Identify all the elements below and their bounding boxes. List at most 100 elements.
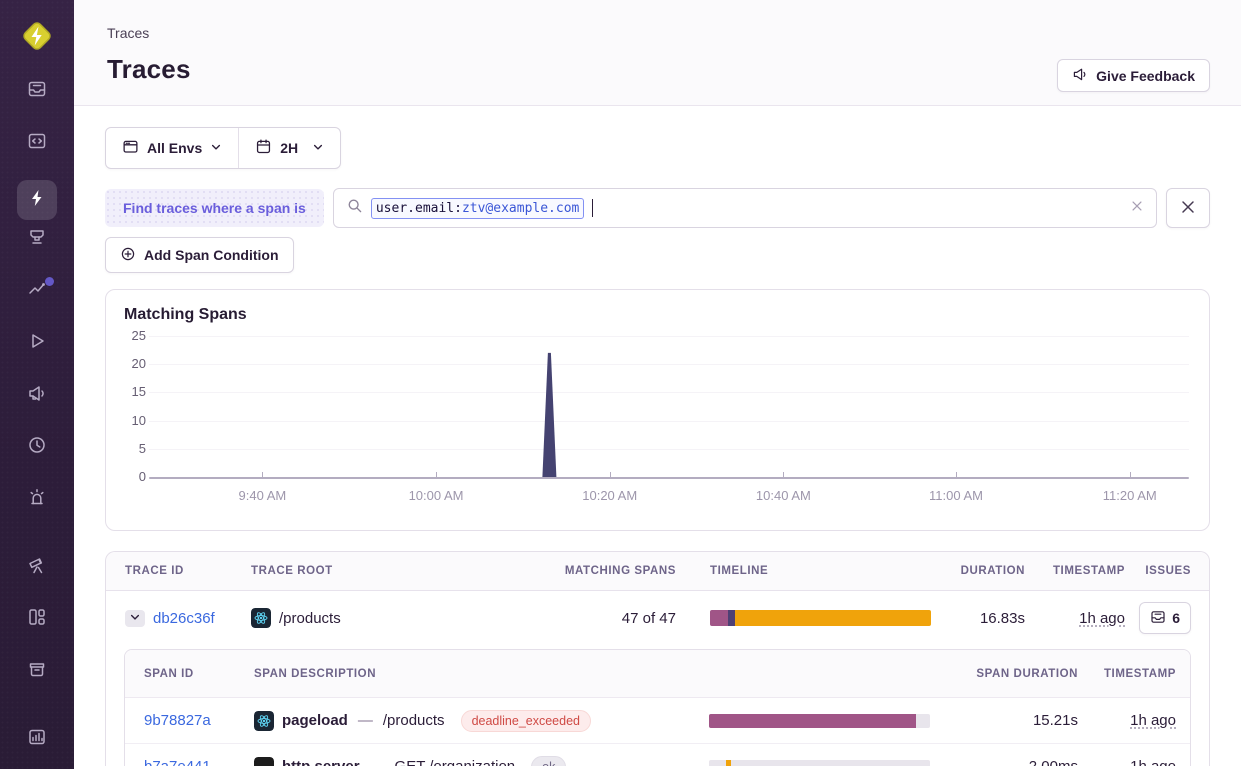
environment-filter-label: All Envs bbox=[147, 140, 202, 156]
trace-duration: 16.83s bbox=[980, 610, 1025, 627]
col-trace-id: TRACE ID bbox=[125, 565, 251, 577]
plus-circle-icon bbox=[120, 246, 136, 265]
sidebar-item-crons[interactable] bbox=[17, 430, 57, 464]
dash-separator: — bbox=[356, 712, 375, 729]
remove-condition-button[interactable] bbox=[1166, 188, 1210, 228]
trace-row[interactable]: db26c36f /products 47 of 47 16.83s 1h ag… bbox=[106, 591, 1209, 645]
span-timestamp: 1h ago bbox=[1130, 758, 1176, 766]
chart-plot-area: 9:40 AM10:00 AM10:20 AM10:40 AM11:00 AM1… bbox=[149, 328, 1189, 514]
span-duration: 2.00ms bbox=[1029, 758, 1078, 766]
sentry-logo[interactable] bbox=[18, 17, 56, 60]
col-duration: DURATION bbox=[961, 565, 1025, 577]
col-matching-spans: MATCHING SPANS bbox=[565, 565, 676, 577]
span-condition-row: Find traces where a span is user.email:z… bbox=[105, 188, 1210, 228]
col-timeline: TIMELINE bbox=[710, 565, 931, 577]
lightning-icon bbox=[27, 188, 47, 213]
react-icon bbox=[251, 608, 271, 628]
trace-timestamp: 1h ago bbox=[1079, 610, 1125, 627]
trace-issues-button[interactable]: 6 bbox=[1139, 602, 1191, 634]
span-id-link[interactable]: 9b78827a bbox=[144, 712, 254, 729]
matching-spans-cell: 47 of 47 bbox=[622, 610, 676, 627]
date-range-filter[interactable]: 2H bbox=[239, 128, 340, 168]
calendar-icon bbox=[255, 138, 272, 158]
breadcrumb[interactable]: Traces bbox=[107, 25, 1210, 41]
close-icon bbox=[1180, 199, 1196, 218]
bar-chart-icon bbox=[27, 727, 47, 752]
col-span-description: SPAN DESCRIPTION bbox=[254, 668, 709, 680]
span-row[interactable]: 9b78827a pageload — /products deadline_e… bbox=[125, 698, 1190, 744]
play-icon bbox=[27, 331, 47, 356]
date-range-filter-label: 2H bbox=[280, 140, 298, 156]
dashboard-icon bbox=[27, 607, 47, 632]
sidebar-item-feedback[interactable] bbox=[17, 378, 57, 412]
clear-search-icon[interactable] bbox=[1130, 199, 1144, 218]
sidebar-item-releases[interactable] bbox=[17, 654, 57, 688]
span-id-link[interactable]: b7a7e441 bbox=[144, 758, 254, 766]
megaphone-icon bbox=[27, 383, 47, 408]
code-folder-icon bbox=[27, 131, 47, 156]
traces-table: TRACE ID TRACE ROOT MATCHING SPANS TIMEL… bbox=[105, 551, 1210, 766]
sidebar-item-alerts[interactable] bbox=[17, 482, 57, 516]
trace-id-link[interactable]: db26c36f bbox=[153, 610, 215, 627]
sidebar-item-explore[interactable] bbox=[17, 126, 57, 160]
sidebar-item-traces[interactable] bbox=[17, 180, 57, 220]
clock-icon bbox=[27, 435, 47, 460]
spans-table-header: SPAN ID SPAN DESCRIPTION SPAN DURATION T… bbox=[125, 650, 1190, 698]
react-icon bbox=[254, 711, 274, 731]
sidebar-item-discover[interactable] bbox=[17, 550, 57, 584]
span-description-cell: ex http.server — GET /organization ok bbox=[254, 756, 709, 767]
page-filter-bar: All Envs 2H bbox=[105, 127, 341, 169]
environment-filter[interactable]: All Envs bbox=[106, 128, 238, 168]
col-span-duration: SPAN DURATION bbox=[976, 668, 1078, 680]
siren-icon bbox=[27, 487, 47, 512]
sidebar-item-stats[interactable] bbox=[17, 722, 57, 756]
page-header: Traces Traces Give Feedback bbox=[74, 0, 1241, 106]
span-op: http.server bbox=[282, 758, 360, 766]
chevron-down-icon bbox=[210, 140, 222, 156]
archive-icon bbox=[27, 659, 47, 684]
span-description: /products bbox=[383, 712, 445, 729]
spans-table: SPAN ID SPAN DESCRIPTION SPAN DURATION T… bbox=[124, 649, 1191, 766]
chevron-down-icon bbox=[312, 140, 324, 156]
page-title: Traces bbox=[107, 54, 1210, 85]
express-icon: ex bbox=[254, 757, 274, 767]
chart-y-axis: 0510152025 bbox=[124, 328, 149, 514]
svg-text:ex: ex bbox=[259, 762, 269, 766]
span-timeline-bar bbox=[709, 760, 930, 767]
sidebar-item-dashboards[interactable] bbox=[17, 602, 57, 636]
span-search-input[interactable]: user.email:ztv@example.com bbox=[333, 188, 1157, 228]
span-timeline-bar bbox=[709, 714, 930, 728]
span-timestamp: 1h ago bbox=[1130, 712, 1176, 729]
search-token[interactable]: user.email:ztv@example.com bbox=[371, 198, 585, 219]
line-chart-icon bbox=[27, 279, 47, 304]
sidebar-item-replays[interactable] bbox=[17, 326, 57, 360]
trace-id-cell: db26c36f bbox=[125, 610, 251, 627]
sidebar-item-issues[interactable] bbox=[17, 74, 57, 108]
col-trace-root: TRACE ROOT bbox=[251, 565, 561, 577]
trace-issues-count: 6 bbox=[1172, 610, 1180, 626]
search-icon bbox=[346, 197, 363, 219]
main-content: Traces Traces Give Feedback All Envs 2H … bbox=[74, 0, 1241, 769]
content: All Envs 2H Find traces where a span is … bbox=[74, 106, 1241, 766]
col-issues: ISSUES bbox=[1145, 565, 1191, 577]
sidebar: ? bbox=[0, 0, 74, 769]
issues-icon bbox=[1150, 609, 1166, 628]
traces-table-header: TRACE ID TRACE ROOT MATCHING SPANS TIMEL… bbox=[106, 552, 1209, 591]
primary-nav: ? bbox=[0, 74, 74, 769]
sidebar-item-metrics[interactable] bbox=[17, 274, 57, 308]
span-row[interactable]: b7a7e441 ex http.server — GET /organizat… bbox=[125, 744, 1190, 766]
span-status-badge: ok bbox=[531, 756, 566, 767]
metrics-new-badge bbox=[45, 277, 54, 286]
sidebar-item-insights[interactable] bbox=[17, 222, 57, 256]
add-span-condition-button[interactable]: Add Span Condition bbox=[105, 237, 294, 273]
matching-spans-chart: 0510152025 9:40 AM10:00 AM10:20 AM10:40 … bbox=[124, 328, 1189, 514]
collapse-trace-button[interactable] bbox=[125, 610, 145, 627]
projector-icon bbox=[27, 227, 47, 252]
chart-title: Matching Spans bbox=[124, 306, 1189, 324]
chevron-down-icon bbox=[129, 611, 141, 626]
col-timestamp: TIMESTAMP bbox=[1053, 565, 1125, 577]
give-feedback-button[interactable]: Give Feedback bbox=[1057, 59, 1210, 92]
span-duration: 15.21s bbox=[1033, 712, 1078, 729]
col-span-timestamp: TIMESTAMP bbox=[1104, 668, 1176, 680]
col-span-id: SPAN ID bbox=[144, 668, 254, 680]
